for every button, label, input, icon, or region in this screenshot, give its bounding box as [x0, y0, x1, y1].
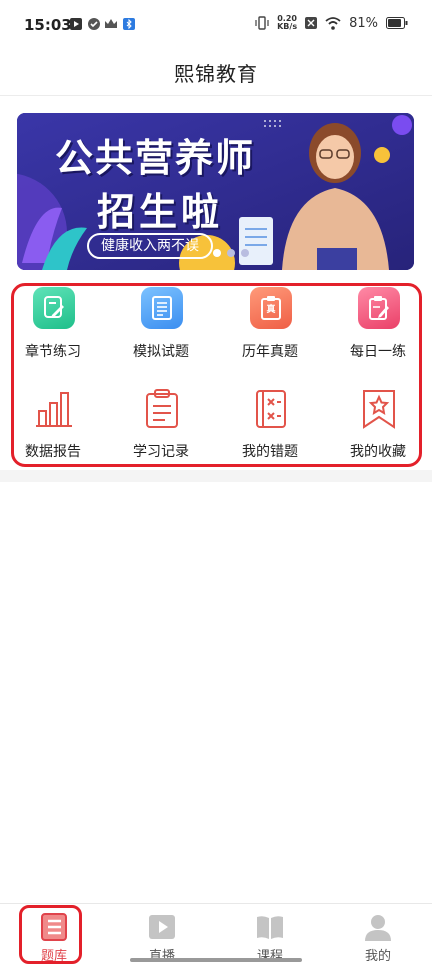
status-bar: 15:03 0.20 KB/s 81%	[0, 0, 432, 50]
error-book-icon	[256, 390, 286, 428]
sim-off-icon	[305, 17, 318, 29]
grid-item-mock-exam[interactable]: 模拟试题	[111, 287, 211, 367]
grid-item-my-mistakes[interactable]: 我的错题	[220, 387, 320, 467]
grid-label: 学习记录	[133, 444, 189, 460]
edit-clipboard-icon	[358, 287, 400, 329]
grid-label: 章节练习	[25, 344, 81, 360]
grid-label: 我的收藏	[350, 444, 406, 460]
grid-item-past-exams[interactable]: 真 历年真题	[220, 287, 320, 367]
banner-dot-3[interactable]	[241, 249, 249, 257]
vibrate-icon	[255, 16, 269, 30]
clipboard-icon: 真	[250, 287, 292, 329]
banner-dot-2[interactable]	[227, 249, 235, 257]
battery-icon	[386, 17, 408, 29]
network-speed: 0.20 KB/s	[277, 15, 297, 31]
tab-mine[interactable]: 我的	[324, 904, 432, 964]
grid-item-study-record[interactable]: 学习记录	[111, 387, 211, 467]
grid-item-data-report[interactable]: 数据报告	[3, 387, 103, 467]
status-right-group: 0.20 KB/s 81%	[255, 15, 408, 31]
grid-item-daily-practice[interactable]: 每日一练	[328, 287, 428, 367]
app-header: 熙锦教育	[0, 50, 432, 96]
crown-icon	[105, 19, 117, 28]
active-tab-highlight	[19, 905, 82, 964]
tab-live[interactable]: 直播	[108, 904, 216, 964]
status-time: 15:03	[24, 16, 72, 34]
clipboard-list-icon	[146, 389, 178, 428]
banner-slogan: 健康收入两不误	[87, 233, 213, 259]
grid-label: 模拟试题	[133, 344, 189, 360]
battery-percent: 81%	[349, 15, 378, 31]
banner-headline-2: 招生啦	[97, 190, 224, 234]
bookmark-star-icon	[363, 390, 395, 429]
document-icon	[141, 287, 183, 329]
promo-banner[interactable]: 公共营养师 招生啦 健康收入两不误	[17, 113, 414, 270]
tab-label: 我的	[364, 949, 391, 964]
check-shield-icon	[88, 18, 100, 30]
grid-label: 我的错题	[242, 444, 298, 460]
wifi-icon	[325, 16, 341, 30]
clipboard-badge: 真	[266, 305, 276, 315]
play-store-icon	[70, 18, 82, 30]
section-divider	[0, 470, 432, 482]
grid-item-chapter-practice[interactable]: 章节练习	[3, 287, 103, 367]
grid-label: 每日一练	[350, 344, 406, 360]
tab-courses[interactable]: 课程	[216, 904, 324, 964]
network-speed-unit: KB/s	[277, 22, 298, 31]
grid-label: 历年真题	[242, 344, 298, 360]
play-icon	[149, 915, 175, 939]
book-icon	[257, 916, 283, 939]
bar-chart-icon	[36, 392, 72, 427]
home-indicator[interactable]	[130, 958, 302, 962]
grid-label: 数据报告	[25, 444, 81, 460]
banner-pagination[interactable]	[213, 249, 249, 257]
user-icon	[365, 915, 391, 941]
grid-item-my-favorites[interactable]: 我的收藏	[328, 387, 428, 467]
banner-dot-1[interactable]	[213, 249, 221, 257]
pen-note-icon	[33, 287, 75, 329]
page-title: 熙锦教育	[174, 62, 258, 86]
bluetooth-app-icon	[123, 18, 135, 30]
banner-headline-1: 公共营养师	[55, 136, 256, 180]
